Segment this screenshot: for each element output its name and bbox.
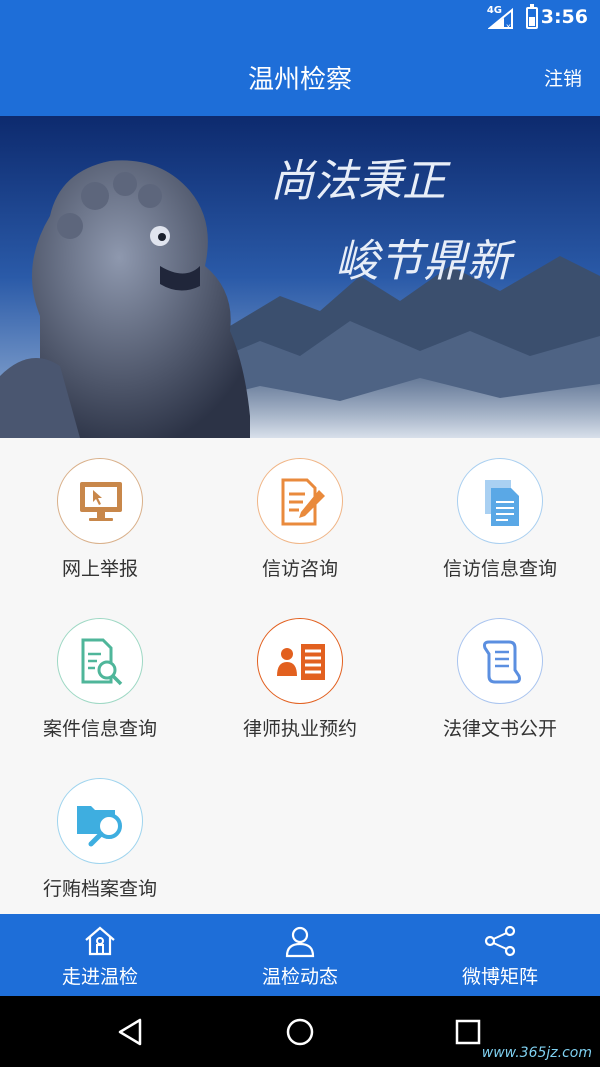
service-bribery-archive[interactable]: 行贿档案查询 <box>0 758 200 918</box>
banner-slogan-2: 峻节鼎新 <box>335 236 517 287</box>
folder-search-icon <box>77 806 122 847</box>
system-nav-bar: www.365jz.com <box>0 996 600 1067</box>
back-icon[interactable] <box>114 1014 150 1050</box>
service-icon-circle <box>457 618 543 704</box>
documents-stack-icon <box>485 480 519 526</box>
home-icon <box>85 926 115 956</box>
service-label: 法律文书公开 <box>442 718 557 740</box>
service-case-query[interactable]: 案件信息查询 <box>0 598 200 758</box>
banner-slogan-1: 尚法秉正 <box>270 156 451 207</box>
service-icon-circle <box>57 458 143 544</box>
battery-icon <box>526 4 538 29</box>
nav-item-weibo[interactable]: 微博矩阵 <box>400 914 600 996</box>
computer-report-icon <box>80 482 122 521</box>
recents-icon[interactable] <box>450 1014 486 1050</box>
scroll-paper-icon <box>483 640 521 684</box>
logout-button[interactable]: 注销 <box>544 64 582 91</box>
service-label: 网上举报 <box>61 558 138 580</box>
nav-label: 走进温检 <box>61 966 138 988</box>
service-online-report[interactable]: 网上举报 <box>0 438 200 598</box>
service-petition-query[interactable]: 信访信息查询 <box>400 438 600 598</box>
lawyer-card-icon <box>277 644 325 680</box>
document-edit-icon <box>281 478 325 526</box>
status-bar: 4G x 3:56 <box>0 0 600 36</box>
service-label: 信访信息查询 <box>442 558 557 580</box>
service-label: 信访咨询 <box>261 558 338 580</box>
service-icon-circle <box>257 618 343 704</box>
service-petition-consult[interactable]: 信访咨询 <box>200 438 400 598</box>
service-legal-documents[interactable]: 法律文书公开 <box>400 598 600 758</box>
clock: 3:56 <box>540 6 588 28</box>
banner-image[interactable]: 尚法秉正 峻节鼎新 <box>0 116 600 438</box>
app-bar: 温州检察 注销 <box>0 36 600 116</box>
nav-label: 温检动态 <box>261 966 338 988</box>
service-icon-circle <box>257 458 343 544</box>
service-grid: 网上举报 信访咨询 信访信息查询 案件信息查询 律师执业预约 法律文书公开 行贿… <box>0 438 600 914</box>
nav-item-news[interactable]: 温检动态 <box>200 914 400 996</box>
service-icon-circle <box>457 458 543 544</box>
service-lawyer-appointment[interactable]: 律师执业预约 <box>200 598 400 758</box>
watermark: www.365jz.com <box>481 1045 592 1061</box>
svg-text:x: x <box>506 22 511 30</box>
home-circle-icon[interactable] <box>282 1014 318 1050</box>
service-label: 案件信息查询 <box>42 718 157 740</box>
banner-scene: 尚法秉正 峻节鼎新 <box>0 116 600 438</box>
page-title: 温州检察 <box>247 65 352 95</box>
person-icon <box>285 926 315 958</box>
share-icon <box>484 925 516 957</box>
signal-icon: x <box>488 8 513 30</box>
nav-item-about[interactable]: 走进温检 <box>0 914 200 996</box>
service-icon-circle <box>57 618 143 704</box>
service-icon-circle <box>57 778 143 864</box>
bottom-nav: 走进温检 温检动态 微博矩阵 <box>0 914 600 996</box>
nav-label: 微博矩阵 <box>461 966 538 988</box>
service-label: 律师执业预约 <box>242 718 357 740</box>
document-search-icon <box>81 638 123 686</box>
service-label: 行贿档案查询 <box>42 878 157 900</box>
